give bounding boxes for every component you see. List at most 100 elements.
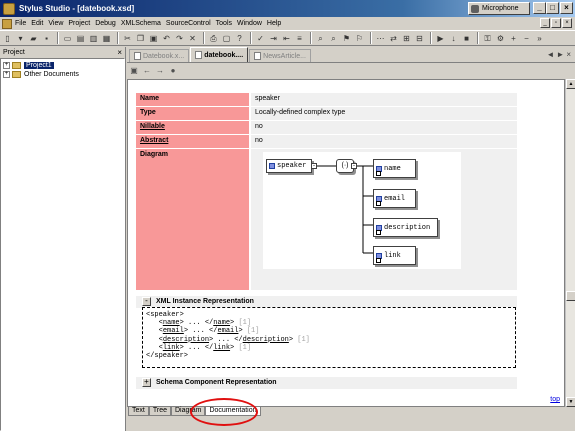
tab-datebook-x[interactable]: Datebook.x... [129,49,190,62]
minimize-button[interactable]: _ [533,2,546,14]
find-next-icon[interactable]: ⌕ [328,33,339,44]
element-link[interactable]: description [243,336,289,344]
doc-restore-button[interactable]: ▫ [551,18,561,28]
open-icon[interactable]: ▰ [28,33,39,44]
zoom-out-icon[interactable]: − [521,33,532,44]
validate-icon[interactable]: ✓ [255,33,266,44]
watch-window-icon[interactable]: ▦ [101,33,112,44]
debug-step-icon[interactable]: ↓ [448,33,459,44]
element-link[interactable]: email [163,327,184,335]
menu-view[interactable]: View [48,20,63,27]
collapse-icon[interactable]: - [311,163,317,169]
project-pane-close-icon[interactable]: × [117,48,122,57]
tab-scroll-right-icon[interactable]: ► [556,50,564,59]
doc-close-button[interactable]: × [562,18,572,28]
save-icon[interactable]: ▪ [41,33,52,44]
tab-scroll-left-icon[interactable]: ◄ [546,50,554,59]
redo-icon[interactable]: ↷ [174,33,185,44]
collapse-icon[interactable]: - [351,163,357,169]
stop-icon[interactable]: ● [168,66,178,76]
transform-icon[interactable]: ⇄ [388,33,399,44]
tab-newsarticle[interactable]: NewsArticle... [249,49,311,62]
tab-tree[interactable]: Tree [148,407,171,416]
debug-stop-icon[interactable]: ■ [461,33,472,44]
indent-icon[interactable]: ⇥ [268,33,279,44]
scroll-thumb[interactable] [566,291,575,301]
print-icon[interactable]: ⎙ [208,33,219,44]
schema-icon[interactable]: ⊞ [401,33,412,44]
element-link[interactable]: name [163,319,180,327]
top-link[interactable]: top [550,396,560,403]
diagram-node-email[interactable]: email [373,189,416,208]
find-icon[interactable]: ⌕ [315,33,326,44]
element-link[interactable]: link [163,344,180,352]
menu-file[interactable]: File [15,20,26,27]
tab-datebook-xsd[interactable]: datebook.... [190,47,249,62]
element-link[interactable]: link [213,344,230,352]
expand-icon[interactable]: + [3,71,10,78]
save-doc-icon[interactable]: ▣ [129,66,139,76]
doc-minimize-button[interactable]: _ [540,18,550,28]
menu-window[interactable]: Window [237,20,262,27]
collapse-section-button[interactable]: - [142,297,151,306]
cut-icon[interactable]: ✂ [122,33,133,44]
outdent-icon[interactable]: ⇤ [281,33,292,44]
expand-section-button[interactable]: + [142,378,151,387]
property-key-link[interactable]: Nillable [136,121,249,134]
project-window-icon[interactable]: ▤ [75,33,86,44]
type-icon [376,230,381,235]
menu-tools[interactable]: Tools [216,20,232,27]
menu-help[interactable]: Help [267,20,281,27]
element-link[interactable]: description [163,336,209,344]
microphone-button[interactable]: Microphone [468,2,530,15]
scroll-up-icon[interactable]: ▲ [566,79,575,89]
documentation-view[interactable]: Name speaker Type Locally-defined comple… [127,79,565,407]
documentation-toolbar: ▣ ← → ● [127,64,575,78]
next-bookmark-icon[interactable]: ⚐ [354,33,365,44]
new-icon[interactable]: ▯ [2,33,13,44]
output-window-icon[interactable]: ▥ [88,33,99,44]
tab-text[interactable]: Text [128,407,149,416]
xpath-icon[interactable]: ⋯ [375,33,386,44]
dtd-icon[interactable]: ⊟ [414,33,425,44]
paste-icon[interactable]: ▣ [148,33,159,44]
print-preview-icon[interactable]: ▢ [221,33,232,44]
diagram-node-name[interactable]: name [373,159,416,178]
document-menu-icon[interactable] [2,18,12,29]
diagram-node-description[interactable]: description [373,218,438,237]
tree-item-project1[interactable]: + Project1 [3,61,122,70]
menu-project[interactable]: Project [68,20,90,27]
key-icon[interactable]: ⚿ [482,33,493,44]
menu-sourcecontrol[interactable]: SourceControl [166,20,211,27]
forward-icon[interactable]: → [155,66,165,76]
tree-item-other-documents[interactable]: + Other Documents [3,70,122,79]
scroll-down-icon[interactable]: ▼ [566,397,575,407]
toolbar-more-icon[interactable]: » [534,33,545,44]
menu-xmlschema[interactable]: XMLSchema [121,20,161,27]
window-icon[interactable]: ▭ [62,33,73,44]
vertical-scrollbar[interactable]: ▲ ▼ [565,79,575,407]
comment-icon[interactable]: ≡ [294,33,305,44]
element-link[interactable]: name [213,319,230,327]
back-icon[interactable]: ← [142,66,152,76]
property-key-link[interactable]: Abstract [136,135,249,148]
bookmark-icon[interactable]: ⚑ [341,33,352,44]
diagram-node-root[interactable]: speaker [266,159,312,173]
close-button[interactable]: × [560,2,573,14]
menu-edit[interactable]: Edit [31,20,43,27]
expand-icon[interactable]: + [3,62,10,69]
undo-icon[interactable]: ↶ [161,33,172,44]
menu-debug[interactable]: Debug [95,20,116,27]
tool-icon[interactable]: ⚙ [495,33,506,44]
new-dropdown-icon[interactable]: ▾ [15,33,26,44]
diagram-node-link[interactable]: link [373,246,416,265]
delete-icon[interactable]: ✕ [187,33,198,44]
app-icon[interactable] [3,2,15,15]
help-icon[interactable]: ? [234,33,245,44]
debug-start-icon[interactable]: ▶ [435,33,446,44]
zoom-in-icon[interactable]: + [508,33,519,44]
element-link[interactable]: email [217,327,238,335]
maximize-button[interactable]: □ [546,2,559,14]
copy-icon[interactable]: ❐ [135,33,146,44]
tab-close-icon[interactable]: × [566,50,571,59]
